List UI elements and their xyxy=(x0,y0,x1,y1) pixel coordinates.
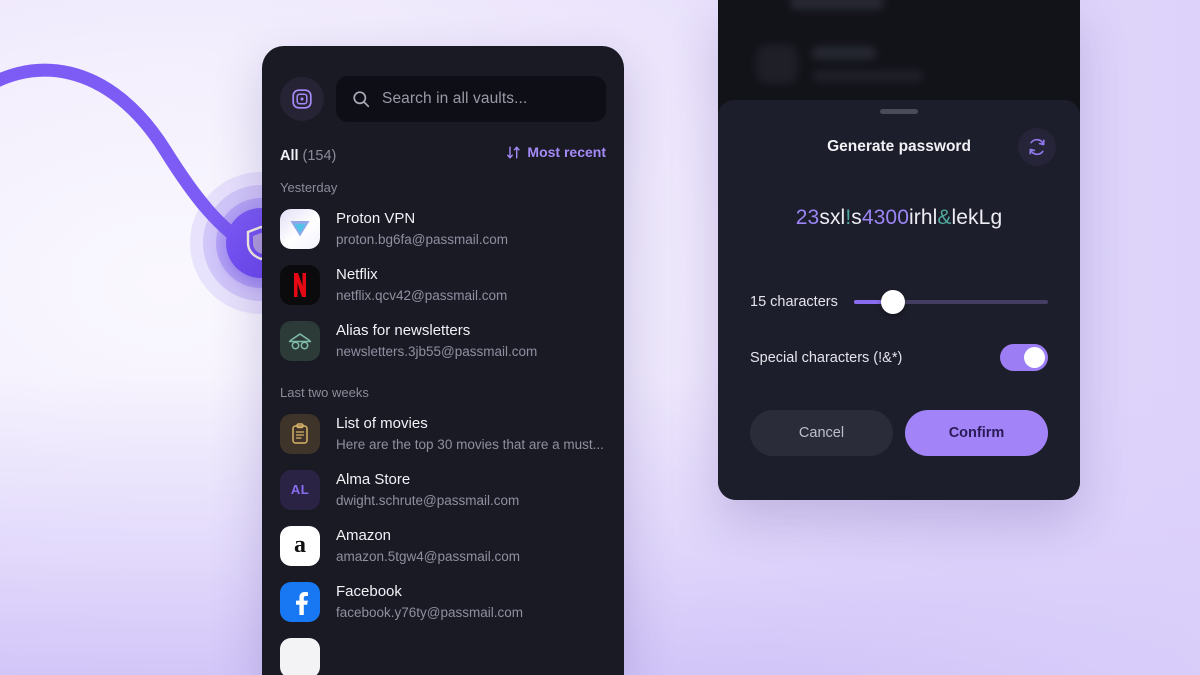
clipboard-glyph xyxy=(292,422,308,444)
search-input[interactable]: Search in all vaults... xyxy=(336,76,606,122)
list-item[interactable]: List of movies Here are the top 30 movie… xyxy=(262,406,624,462)
special-characters-label: Special characters (!&*) xyxy=(750,349,903,366)
note-clipboard-icon xyxy=(280,413,320,454)
list-item-title: Amazon xyxy=(336,526,392,544)
list-item-subtitle: netflix.qcv42@passmail.com xyxy=(336,287,508,303)
sheet-actions: Cancel Confirm xyxy=(750,410,1048,456)
list-item[interactable]: Facebook facebook.y76ty@passmail.com xyxy=(262,574,624,630)
list-item-title: List of movies xyxy=(336,414,428,432)
refresh-icon xyxy=(1029,138,1045,156)
group-label-yesterday: Yesterday xyxy=(280,179,338,195)
toggle-knob xyxy=(1024,347,1045,368)
group-label-last-two-weeks: Last two weeks xyxy=(280,384,369,400)
list-item-subtitle: amazon.5tgw4@passmail.com xyxy=(336,548,521,564)
list-item[interactable]: AL Alma Store dwight.schrute@passmail.co… xyxy=(262,462,624,518)
netflix-glyph xyxy=(294,272,306,297)
generated-password-value[interactable]: 23sxl!s4300irhl&lekLg xyxy=(750,206,1048,230)
vault-header: Search in all vaults... xyxy=(262,46,624,122)
list-item-text: Alma Store dwight.schrute@passmail.com xyxy=(336,470,606,510)
list-item-title: Alma Store xyxy=(336,470,411,488)
list-item-subtitle: newsletters.3jb55@passmail.com xyxy=(336,343,538,359)
list-item-subtitle: facebook.y76ty@passmail.com xyxy=(336,604,524,620)
vault-list-panel: Search in all vaults... All (154) Most re… xyxy=(262,46,624,675)
alias-mask-icon xyxy=(280,320,320,361)
netflix-icon xyxy=(280,264,320,305)
backdrop-blur-line xyxy=(812,46,876,60)
list-item[interactable]: Netflix netflix.qcv42@passmail.com xyxy=(262,257,624,313)
facebook-icon xyxy=(280,581,320,622)
cancel-button[interactable]: Cancel xyxy=(750,410,893,456)
list-item[interactable]: Alias for newsletters newsletters.3jb55@… xyxy=(262,313,624,369)
password-length-slider[interactable]: 15 characters xyxy=(750,290,1048,314)
generate-password-sheet: Generate password 23sxl!s4300irhl&lekLg … xyxy=(718,100,1080,500)
initials-avatar: AL xyxy=(280,469,320,510)
sheet-grabber[interactable] xyxy=(880,109,918,114)
list-item-subtitle: Here are the top 30 movies that are a mu… xyxy=(336,436,604,452)
vault-selector-button[interactable] xyxy=(280,77,324,121)
list-item-text: List of movies Here are the top 30 movie… xyxy=(336,414,606,454)
list-item-title: Alias for newsletters xyxy=(336,321,471,339)
slider-knob[interactable] xyxy=(880,290,905,314)
slider-track[interactable] xyxy=(853,290,1048,314)
list-item-subtitle: dwight.schrute@passmail.com xyxy=(336,492,520,508)
sort-button[interactable]: Most recent xyxy=(506,144,606,160)
sort-label: Most recent xyxy=(527,144,606,160)
proton-vpn-icon xyxy=(280,208,320,249)
special-characters-row: Special characters (!&*) xyxy=(750,344,1048,371)
backdrop-blur-line xyxy=(790,0,884,10)
proton-vpn-glyph xyxy=(290,220,310,236)
password-length-label: 15 characters xyxy=(750,294,838,310)
list-item-text: Facebook facebook.y76ty@passmail.com xyxy=(336,582,606,622)
list-item[interactable]: Proton VPN proton.bg6fa@passmail.com xyxy=(262,201,624,257)
facebook-glyph xyxy=(296,591,308,615)
filter-count-label: (154) xyxy=(302,147,337,164)
partial-item-icon xyxy=(280,637,320,675)
list-item-partial[interactable] xyxy=(262,630,624,675)
list-item-title: Facebook xyxy=(336,582,402,600)
list-item[interactable]: a Amazon amazon.5tgw4@passmail.com xyxy=(262,518,624,574)
sort-arrows-icon xyxy=(507,146,521,158)
filter-all-label: All xyxy=(280,147,299,164)
list-item-text: Amazon amazon.5tgw4@passmail.com xyxy=(336,526,606,566)
amazon-icon: a xyxy=(280,525,320,566)
confirm-button[interactable]: Confirm xyxy=(905,410,1048,456)
list-item-title: Proton VPN xyxy=(336,209,416,227)
search-placeholder-text: Search in all vaults... xyxy=(382,90,528,107)
list-item-title: Netflix xyxy=(336,265,378,283)
password-generator-panel: Generate password 23sxl!s4300irhl&lekLg … xyxy=(718,0,1080,500)
search-icon xyxy=(353,91,370,108)
regenerate-button[interactable] xyxy=(1018,128,1056,166)
page-title: Generate password xyxy=(827,138,971,155)
special-characters-toggle[interactable] xyxy=(1000,344,1048,371)
vault-filter-row: All (154) Most recent xyxy=(262,122,624,164)
filter-summary[interactable]: All (154) xyxy=(280,148,336,164)
alias-glyph xyxy=(288,332,312,349)
list-item-text: Alias for newsletters newsletters.3jb55@… xyxy=(336,321,606,361)
list-item-subtitle: proton.bg6fa@passmail.com xyxy=(336,231,509,247)
list-item-text: Proton VPN proton.bg6fa@passmail.com xyxy=(336,209,606,249)
backdrop-blur-icon xyxy=(756,44,798,84)
list-item-text: Netflix netflix.qcv42@passmail.com xyxy=(336,265,606,305)
backdrop-blur-line xyxy=(812,70,924,82)
vault-square-icon xyxy=(292,89,312,109)
